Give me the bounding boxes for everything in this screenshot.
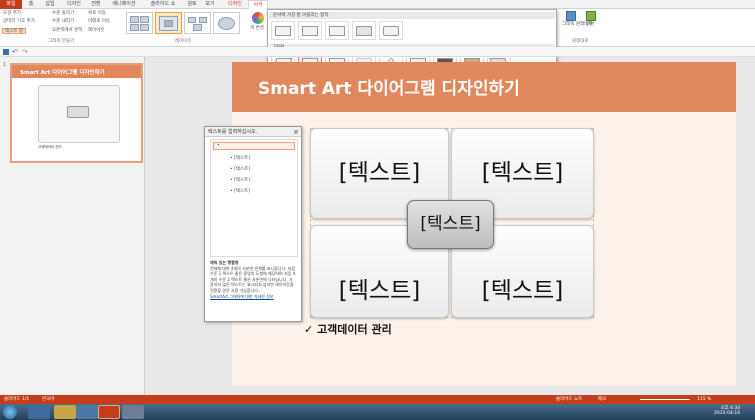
gallery-section-best-match: 문서에 가장 잘 어울리는 항목 [269,12,555,19]
tab-home[interactable]: 홈 [24,0,38,9]
text-pane-edit-area[interactable]: • • [텍스트] • [텍스트] • [텍스트] • [텍스트] [210,139,298,257]
tab-view[interactable]: 보기 [202,0,218,9]
bullet-item[interactable]: • [텍스트] [230,166,250,172]
windows-taskbar: 오후 4:34 2015-04-16 [0,404,755,420]
promote-button[interactable]: 수준 올리기 [52,11,74,17]
slide-count: 슬라이드 1/1 [4,397,30,402]
layout-button[interactable]: 레이아웃 [88,28,105,34]
bullet-item[interactable]: • [텍스트] [230,188,250,194]
add-bullet-button[interactable]: 글머리 기호 추가 [3,19,35,25]
move-up-button[interactable]: 위로 이동 [88,11,106,17]
zoom-slider[interactable] [640,399,690,400]
layout-thumb-3[interactable] [184,12,211,34]
tab-review[interactable]: 검토 [184,0,200,9]
slide-title[interactable]: Smart Art 다이어그램 디자인하기 [258,74,520,99]
slide-canvas[interactable]: Smart Art 다이어그램 디자인하기 [텍스트] [텍스트] [텍스트] … [232,62,736,386]
layout-description: 채워 있는 행렬형 전체에 대한 4개의 사분면 관계를 표시합니다. 처음 수… [210,260,296,299]
layout-desc-text: 전체에 대한 4개의 사분면 관계를 표시합니다. 처음 수준 1 텍스트 줄은… [210,265,296,293]
clock[interactable]: 오후 4:34 2015-04-16 [714,405,740,416]
explorer-icon[interactable] [54,405,76,419]
smartart-text-pane: 텍스트를 입력하십시오. × • • [텍스트] • [텍스트] • [텍스트]… [204,126,302,322]
demote-button[interactable]: 수준 내리기 [52,19,74,25]
save-icon[interactable] [3,49,9,55]
slide-title-banner: Smart Art 다이어그램 디자인하기 [232,62,736,112]
notes-button[interactable]: 슬라이드 노트 [556,395,582,404]
tab-insert[interactable]: 삽입 [40,0,60,9]
reset-group-label: 원래대로 [572,39,589,44]
create-graphic-group-label: 그래픽 만들기 [48,39,75,44]
tab-smartart-design[interactable]: 디자인 [224,0,246,9]
slide-number: 1 [3,62,7,68]
quadrant-text: [텍스트] [338,160,421,186]
redo-icon[interactable]: ↷ [22,48,28,56]
status-bar: 슬라이드 1/1 한국어 슬라이드 노트 메모 115 % [0,395,755,404]
zoom-level[interactable]: 115 % [697,395,711,404]
style-item[interactable] [325,21,349,40]
style-item[interactable] [352,21,376,40]
paint-icon[interactable] [122,405,144,419]
media-player-icon[interactable] [76,405,98,419]
layout-thumb-1[interactable] [126,12,153,34]
language-status[interactable]: 한국어 [42,395,54,404]
style-item[interactable] [271,21,295,40]
comments-button[interactable]: 메모 [598,395,606,404]
clock-date: 2015-04-16 [714,411,741,416]
ribbon-tab-bar: 파일 홈 삽입 디자인 전환 애니메이션 슬라이드 쇼 검토 보기 디자인 서식 [0,0,755,9]
close-icon[interactable]: × [293,128,299,136]
tab-slideshow[interactable]: 슬라이드 쇼 [144,0,182,9]
check-mark: ✓ [304,323,314,336]
style-item[interactable] [298,21,322,40]
convert-button[interactable]: 변환 [586,22,594,28]
tab-animations[interactable]: 애니메이션 [106,0,142,9]
quadrant-text: [텍스트] [481,278,564,304]
bullet-item[interactable]: • [텍스트] [230,155,250,161]
right-to-left-button[interactable]: 오른쪽에서 왼쪽 [52,28,82,34]
convert-icon[interactable] [586,11,596,21]
thumb-title: Smart Art 다이어그램 디자인하기 [20,70,105,76]
quadrant-text: [텍스트] [481,160,564,186]
ie-icon[interactable] [28,405,50,419]
reset-graphic-icon[interactable] [566,11,576,21]
thumb-caption: 고객데이터 관리 [38,145,62,149]
bullet-item[interactable]: • [텍스트] [230,177,250,183]
center-shape[interactable]: [텍스트] [407,200,494,249]
start-button-icon[interactable] [3,405,17,419]
powerpoint-icon[interactable] [98,405,120,419]
change-colors-button[interactable]: 색 변경 [250,26,264,32]
smartart-help-link[interactable]: SmartArt 그래픽에 대한 자세한 정보 [210,294,296,300]
caption-text: 고객데이터 관리 [317,323,392,336]
undo-icon[interactable]: ↶ [12,48,18,56]
tab-design[interactable]: 디자인 [62,0,86,9]
slide-thumbnail[interactable]: Smart Art 다이어그램 디자인하기 고객데이터 관리 [10,63,143,163]
style-item[interactable] [379,21,403,40]
move-down-button[interactable]: 아래로 이동 [88,19,110,25]
layout-thumb-4[interactable] [213,12,240,34]
slide-caption[interactable]: ✓ 고객데이터 관리 [304,321,392,337]
tab-transitions[interactable]: 전환 [88,0,104,9]
text-pane-title: 텍스트를 입력하십시오. [208,129,258,135]
text-pane-header: 텍스트를 입력하십시오. [205,127,301,137]
quadrant-text: [텍스트] [338,278,421,304]
tab-file[interactable]: 파일 [0,0,22,9]
layouts-group-label: 레이아웃 [175,39,192,44]
tab-format[interactable]: 서식 [248,0,268,9]
text-pane-button[interactable]: 텍스트 창 [2,28,26,34]
color-palette-icon[interactable] [252,12,264,24]
quick-access-toolbar: ↶ ↷ [0,47,755,57]
layout-thumb-2[interactable] [155,12,182,34]
add-shape-button[interactable]: 도형 추가 [3,11,21,17]
